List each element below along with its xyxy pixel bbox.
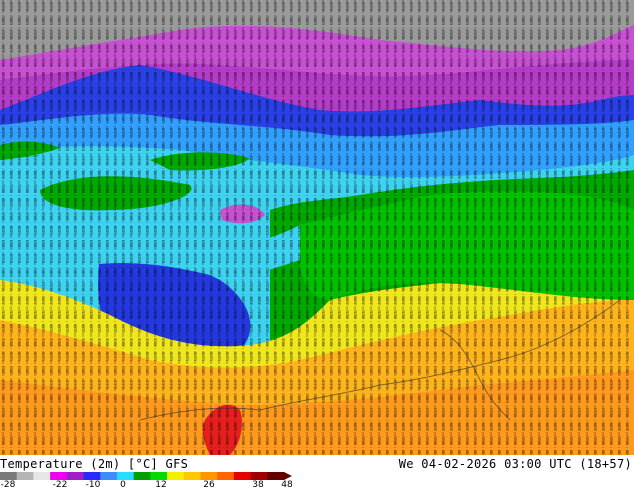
scale-swatch — [66, 472, 85, 480]
scale-swatch — [233, 472, 252, 480]
scale-swatch — [250, 472, 268, 480]
scale-swatch — [200, 472, 218, 480]
map-title: Temperature (2m) [°C] GFS — [0, 457, 189, 471]
label-texture — [0, 0, 634, 455]
scale-swatch — [167, 472, 185, 480]
scale-tick-label: 0 — [120, 480, 126, 490]
footer-bar: Temperature (2m) [°C] GFS We 04-02-2026 … — [0, 455, 634, 490]
scale-swatch — [116, 472, 135, 480]
scale-swatch — [100, 472, 118, 480]
scale-swatch — [267, 472, 285, 480]
scale-swatch — [33, 472, 51, 480]
scale-tick-label: 48 — [281, 480, 293, 490]
scale-tick-label: 38 — [252, 480, 264, 490]
scale-tick-label: 26 — [203, 480, 215, 490]
valid-time: We 04-02-2026 03:00 UTC (18+57) — [398, 457, 632, 471]
scale-swatch — [217, 472, 235, 480]
scale-swatch — [50, 472, 68, 480]
scale-swatch — [133, 472, 151, 480]
scale-swatch — [183, 472, 201, 480]
temperature-map — [0, 0, 634, 455]
scale-tick-label: -22 — [52, 480, 68, 490]
scale-tick-label: -28 — [0, 480, 16, 490]
scale-arrow — [284, 472, 292, 480]
scale-swatch — [16, 472, 34, 480]
map-canvas — [0, 0, 634, 455]
scale-tick-label: 12 — [155, 480, 167, 490]
scale-swatch — [83, 472, 101, 480]
scale-swatch — [150, 472, 168, 480]
color-scale — [0, 472, 292, 480]
scale-tick-label: -10 — [85, 480, 101, 490]
scale-swatch — [0, 472, 18, 480]
